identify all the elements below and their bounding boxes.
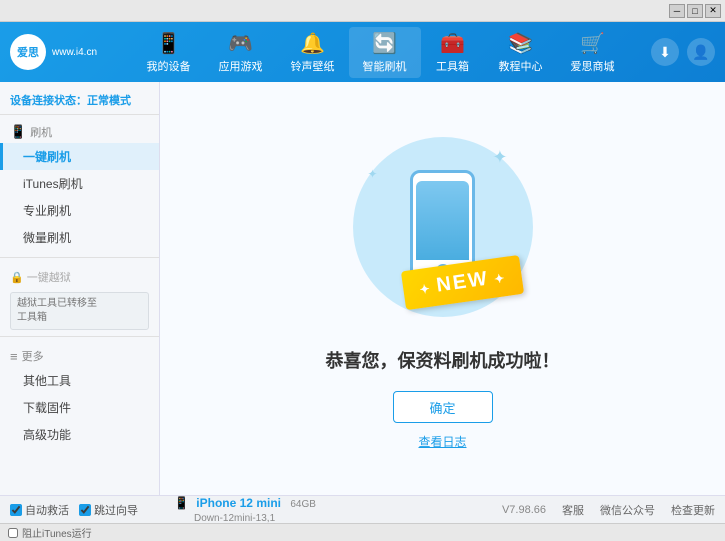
confirm-button[interactable]: 确定: [393, 391, 493, 423]
auto-rescue-checkbox[interactable]: [10, 504, 22, 516]
flash-section-header: 📱 刷机: [0, 119, 159, 143]
wechat-link[interactable]: 微信公众号: [600, 502, 655, 518]
bottom-bar: 自动救活 跳过向导 📱 iPhone 12 mini 64GB Down-12m…: [0, 495, 725, 523]
sidebar-item-download-firmware[interactable]: 下载固件: [0, 394, 159, 421]
bottom-checkboxes: 自动救活 跳过向导: [10, 502, 170, 518]
sidebar-item-advanced[interactable]: 高级功能: [0, 421, 159, 448]
logo-icon: 爱思: [10, 34, 46, 70]
main-layout: 设备连接状态：正常模式 📱 刷机 一键刷机 iTunes刷机 专业刷机 微量刷机…: [0, 82, 725, 495]
nav-my-device[interactable]: 📱 我的设备: [133, 27, 205, 78]
store-icon: 🛒: [580, 31, 605, 56]
jailbreak-note: 越狱工具已转移至工具箱: [10, 292, 149, 330]
nav-store-label: 爱思商城: [571, 58, 615, 74]
title-bar: ─ □ ✕: [0, 0, 725, 22]
nav-ringtone[interactable]: 🔔 铃声壁纸: [277, 27, 349, 78]
tutorial-icon: 📚: [508, 31, 533, 56]
nav-smart-flash[interactable]: 🔄 智能刷机: [349, 27, 421, 78]
device-phone-icon: 📱: [174, 496, 189, 510]
nav-bar: 📱 我的设备 🎮 应用游戏 🔔 铃声壁纸 🔄 智能刷机 🧰 工具箱 📚 教程中心…: [110, 27, 651, 78]
skip-wizard-checkbox[interactable]: [79, 504, 91, 516]
nav-toolbox-label: 工具箱: [436, 58, 469, 74]
sidebar-item-one-click-flash[interactable]: 一键刷机: [0, 143, 159, 170]
more-section-header: ≡ 更多: [0, 343, 159, 367]
nav-smart-flash-label: 智能刷机: [363, 58, 407, 74]
device-firmware: Down-12mini-13,1: [194, 513, 275, 524]
sidebar: 设备连接状态：正常模式 📱 刷机 一键刷机 iTunes刷机 专业刷机 微量刷机…: [0, 82, 160, 495]
header: 爱思 www.i4.cn 📱 我的设备 🎮 应用游戏 🔔 铃声壁纸 🔄 智能刷机…: [0, 22, 725, 82]
window-controls: ─ □ ✕: [669, 4, 721, 18]
sidebar-item-other-tools[interactable]: 其他工具: [0, 367, 159, 394]
phone-illustration: ✦ ✦ ✦ NEW: [343, 127, 543, 327]
user-btn[interactable]: 👤: [687, 38, 715, 66]
sidebar-item-pro-flash[interactable]: 专业刷机: [0, 197, 159, 224]
connection-status: 设备连接状态：正常模式: [0, 88, 159, 115]
divider-1: [0, 257, 159, 258]
nav-tutorial[interactable]: 📚 教程中心: [485, 27, 557, 78]
logo-text: www.i4.cn: [52, 46, 97, 59]
nav-my-device-label: 我的设备: [147, 58, 191, 74]
maximize-btn[interactable]: □: [687, 4, 703, 18]
device-name: iPhone 12 mini: [196, 496, 281, 510]
close-btn[interactable]: ✕: [705, 4, 721, 18]
nav-app-game-label: 应用游戏: [219, 58, 263, 74]
nav-ringtone-label: 铃声壁纸: [291, 58, 335, 74]
smart-flash-icon: 🔄: [372, 31, 397, 56]
auto-rescue-checkbox-item: 自动救活: [10, 502, 69, 518]
toolbox-icon: 🧰: [440, 31, 465, 56]
device-storage: 64GB: [290, 499, 316, 510]
auto-rescue-label: 自动救活: [25, 502, 69, 518]
sidebar-item-itunes-flash[interactable]: iTunes刷机: [0, 170, 159, 197]
skip-wizard-checkbox-item: 跳过向导: [79, 502, 138, 518]
nav-tutorial-label: 教程中心: [499, 58, 543, 74]
locked-jailbreak: 🔒 一键越狱: [0, 264, 159, 288]
minimize-btn[interactable]: ─: [669, 4, 685, 18]
success-message: 恭喜您，保资料刷机成功啦！: [326, 347, 560, 373]
sidebar-item-micro-flash[interactable]: 微量刷机: [0, 224, 159, 251]
block-itunes-label: 阻止iTunes运行: [22, 525, 92, 540]
version-label: V7.98.66: [502, 504, 546, 516]
phone-screen: [416, 181, 469, 260]
itunes-bar: 阻止iTunes运行: [0, 523, 725, 541]
nav-toolbox[interactable]: 🧰 工具箱: [421, 27, 485, 78]
ringtone-icon: 🔔: [300, 31, 325, 56]
sparkle-icon-2: ✦: [368, 167, 378, 181]
skip-wizard-label: 跳过向导: [94, 502, 138, 518]
flash-section-icon: 📱: [10, 124, 26, 140]
bottom-right-links: V7.98.66 客服 微信公众号 检查更新: [502, 502, 715, 518]
block-itunes-checkbox[interactable]: [8, 528, 18, 538]
customer-service-link[interactable]: 客服: [562, 502, 584, 518]
nav-store[interactable]: 🛒 爱思商城: [557, 27, 629, 78]
logo-area: 爱思 www.i4.cn: [10, 34, 110, 70]
content-area: ✦ ✦ ✦ NEW 恭喜您，保资料刷机成功啦！ 确定 查看日志: [160, 82, 725, 495]
device-info: 📱 iPhone 12 mini 64GB Down-12mini-13,1: [170, 496, 502, 524]
nav-app-game[interactable]: 🎮 应用游戏: [205, 27, 277, 78]
daily-log-link[interactable]: 查看日志: [418, 433, 466, 450]
sparkle-icon-1: ✦: [492, 147, 507, 168]
header-right: ⬇ 👤: [651, 38, 715, 66]
check-update-link[interactable]: 检查更新: [671, 502, 715, 518]
lock-icon: 🔒: [10, 271, 24, 284]
my-device-icon: 📱: [156, 31, 181, 56]
divider-2: [0, 336, 159, 337]
download-btn[interactable]: ⬇: [651, 38, 679, 66]
app-game-icon: 🎮: [228, 31, 253, 56]
more-section-icon: ≡: [10, 349, 18, 364]
